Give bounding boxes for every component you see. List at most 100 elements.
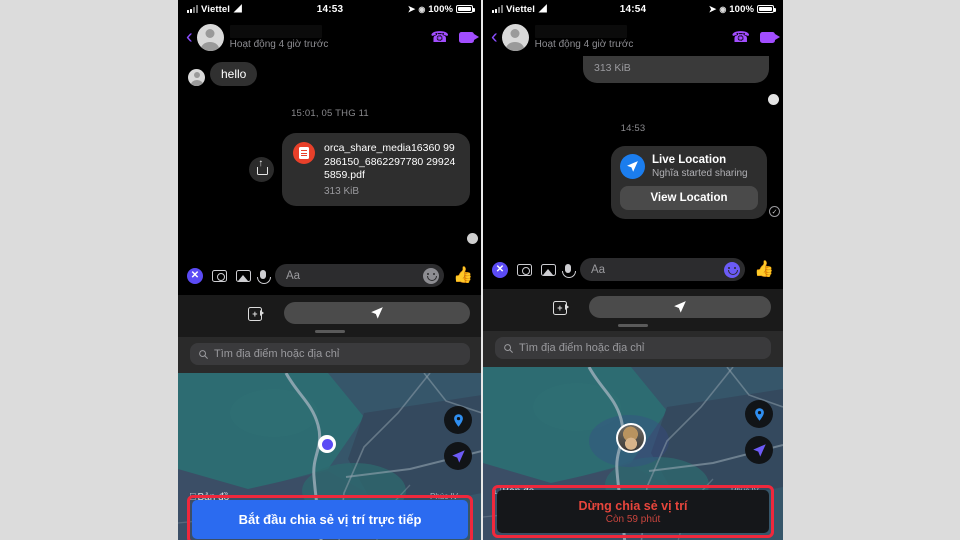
close-icon[interactable]: ✕ bbox=[187, 267, 203, 284]
thumbs-up-icon[interactable]: 👍 bbox=[754, 261, 774, 278]
contact-avatar[interactable] bbox=[501, 23, 529, 51]
gallery-icon[interactable] bbox=[541, 263, 556, 276]
left-map[interactable]:  Bản đồ Phúc IV Bắt đầu chia sẻ vị trí … bbox=[178, 373, 482, 540]
close-icon[interactable]: ✕ bbox=[492, 261, 508, 278]
message-input[interactable]: Aa bbox=[580, 258, 746, 281]
message-timestamp: 14:53 bbox=[620, 123, 646, 134]
pdf-attachment-card[interactable]: orca_share_media16360 99286150_686229778… bbox=[282, 133, 470, 206]
map-pin-button[interactable] bbox=[745, 400, 773, 428]
left-search-wrap: Tìm địa điểm hoặc địa chỉ bbox=[178, 337, 482, 373]
voice-call-icon[interactable]: ☎ bbox=[430, 28, 449, 46]
view-location-button[interactable]: View Location bbox=[620, 186, 758, 210]
map-navigate-button[interactable] bbox=[444, 442, 472, 470]
start-sharing-highlight: Bắt đầu chia sẻ vị trí trực tiếp bbox=[187, 495, 473, 540]
right-location-tray: + bbox=[483, 289, 783, 331]
contact-activity-status: Hoạt động 4 giờ trước bbox=[229, 38, 329, 50]
contact-info[interactable]: Hoạt động 4 giờ trước bbox=[534, 24, 732, 50]
pdf-file-icon bbox=[293, 142, 315, 164]
camera-icon[interactable] bbox=[517, 263, 532, 276]
video-call-icon[interactable] bbox=[459, 31, 479, 43]
header-actions: ☎ bbox=[731, 28, 780, 46]
message-timestamp: 15:01, 05 THG 11 bbox=[291, 108, 369, 119]
start-live-location-button[interactable]: Bắt đầu chia sẻ vị trí trực tiếp bbox=[192, 500, 468, 539]
message-input-placeholder: Aa bbox=[286, 269, 301, 282]
contact-name-redacted bbox=[229, 24, 322, 38]
screenshot-canvas: Viettel ◢ 14:53 ➤ ◉ 100% ‹ Hoạt động 4 g… bbox=[0, 0, 960, 540]
place-search-placeholder: Tìm địa điểm hoặc địa chỉ bbox=[519, 342, 645, 354]
sheet-grabber[interactable] bbox=[618, 324, 648, 327]
message-input[interactable]: Aa bbox=[275, 264, 445, 287]
right-map[interactable]:  Bản đồ Phúc IV Dừng chia sẻ vị trí Còn… bbox=[483, 367, 783, 540]
back-button[interactable]: ‹ bbox=[491, 27, 498, 47]
place-search-input[interactable]: Tìm địa điểm hoặc địa chỉ bbox=[190, 343, 470, 365]
left-chat-header: ‹ Hoạt động 4 giờ trước ☎ bbox=[178, 18, 482, 56]
microphone-icon[interactable] bbox=[562, 264, 576, 278]
location-arrow-icon: ➤ bbox=[407, 3, 416, 14]
battery-icon bbox=[757, 4, 776, 14]
right-message-list: 313 KiB 14:53 Live Location Nghĩa starte… bbox=[483, 56, 783, 250]
tray-actions-row: + bbox=[483, 296, 783, 318]
sender-avatar bbox=[188, 69, 205, 86]
live-location-text: Live Location Nghĩa started sharing bbox=[652, 154, 748, 179]
voice-call-icon[interactable]: ☎ bbox=[731, 28, 750, 46]
shared-location-avatar-marker[interactable] bbox=[616, 423, 646, 453]
video-call-icon[interactable] bbox=[760, 31, 780, 43]
send-arrow-icon bbox=[371, 307, 383, 319]
left-phone-screenshot: Viettel ◢ 14:53 ➤ ◉ 100% ‹ Hoạt động 4 g… bbox=[178, 0, 482, 540]
share-icon[interactable] bbox=[249, 156, 274, 182]
message-input-placeholder: Aa bbox=[591, 263, 606, 276]
contact-info[interactable]: Hoạt động 4 giờ trước bbox=[229, 24, 431, 50]
send-location-button[interactable] bbox=[284, 302, 470, 324]
read-receipt-avatar bbox=[768, 94, 779, 105]
location-arrow-icon: ➤ bbox=[708, 3, 717, 14]
back-button[interactable]: ‹ bbox=[186, 27, 193, 47]
thumbs-up-icon[interactable]: 👍 bbox=[453, 267, 473, 284]
right-chat-header: ‹ Hoạt động 4 giờ trước ☎ bbox=[483, 18, 783, 56]
pdf-file-size: 313 KiB bbox=[594, 62, 631, 74]
rotation-lock-icon: ◉ bbox=[719, 4, 727, 14]
stop-sharing-highlight: Dừng chia sẻ vị trí Còn 59 phút bbox=[492, 485, 774, 538]
add-video-icon[interactable]: + bbox=[553, 301, 569, 315]
emoji-icon[interactable] bbox=[423, 267, 440, 284]
header-actions: ☎ bbox=[430, 28, 479, 46]
right-search-wrap: Tìm địa điểm hoặc địa chỉ bbox=[483, 331, 783, 367]
stop-sharing-label: Dừng chia sẻ vị trí bbox=[578, 499, 688, 513]
live-location-title: Live Location bbox=[652, 154, 727, 166]
microphone-icon[interactable] bbox=[257, 270, 271, 284]
stop-live-location-button[interactable]: Dừng chia sẻ vị trí Còn 59 phút bbox=[497, 490, 769, 533]
gallery-icon[interactable] bbox=[236, 269, 251, 282]
camera-icon[interactable] bbox=[212, 269, 227, 282]
map-pin-button[interactable] bbox=[444, 406, 472, 434]
send-arrow-icon bbox=[674, 301, 686, 313]
pdf-file-size: 313 KiB bbox=[324, 185, 360, 197]
message-row-file: orca_share_media16360 99286150_686229778… bbox=[178, 133, 482, 206]
navigation-arrow-icon bbox=[752, 443, 766, 457]
map-pin-icon bbox=[754, 407, 764, 421]
current-location-dot bbox=[318, 435, 336, 453]
status-right-group: ➤ ◉ 100% bbox=[708, 3, 776, 15]
map-navigate-button[interactable] bbox=[745, 436, 773, 464]
sheet-grabber[interactable] bbox=[315, 330, 345, 333]
live-location-card[interactable]: Live Location Nghĩa started sharing View… bbox=[611, 146, 767, 219]
message-bubble-hello[interactable]: hello bbox=[210, 62, 258, 86]
search-icon bbox=[504, 343, 513, 353]
pdf-file-name: orca_share_media16360 99286150_686229778… bbox=[324, 142, 456, 181]
left-composer-bar: ✕ Aa 👍 bbox=[178, 256, 482, 295]
emoji-icon[interactable] bbox=[724, 261, 741, 278]
contact-avatar[interactable] bbox=[196, 23, 224, 51]
right-phone-screenshot: Viettel ◢ 14:54 ➤ ◉ 100% ‹ Hoạt động 4 g… bbox=[483, 0, 783, 540]
left-message-list: hello 15:01, 05 THG 11 orca_share_media1… bbox=[178, 62, 482, 256]
stop-sharing-remaining: Còn 59 phút bbox=[605, 514, 661, 525]
add-video-icon[interactable]: + bbox=[248, 307, 264, 321]
live-location-row: Live Location Nghĩa started sharing View… bbox=[483, 146, 783, 219]
navigation-arrow-icon bbox=[451, 449, 465, 463]
battery-icon bbox=[456, 4, 475, 14]
pdf-attachment-card-partial[interactable]: 313 KiB bbox=[583, 56, 769, 83]
search-icon bbox=[199, 349, 208, 359]
place-search-placeholder: Tìm địa điểm hoặc địa chỉ bbox=[214, 348, 340, 360]
place-search-input[interactable]: Tìm địa điểm hoặc địa chỉ bbox=[495, 337, 771, 359]
live-location-header: Live Location Nghĩa started sharing bbox=[620, 154, 758, 179]
tray-actions-row: + bbox=[178, 302, 482, 324]
message-row-incoming: hello bbox=[178, 62, 482, 86]
send-location-button[interactable] bbox=[589, 296, 771, 318]
